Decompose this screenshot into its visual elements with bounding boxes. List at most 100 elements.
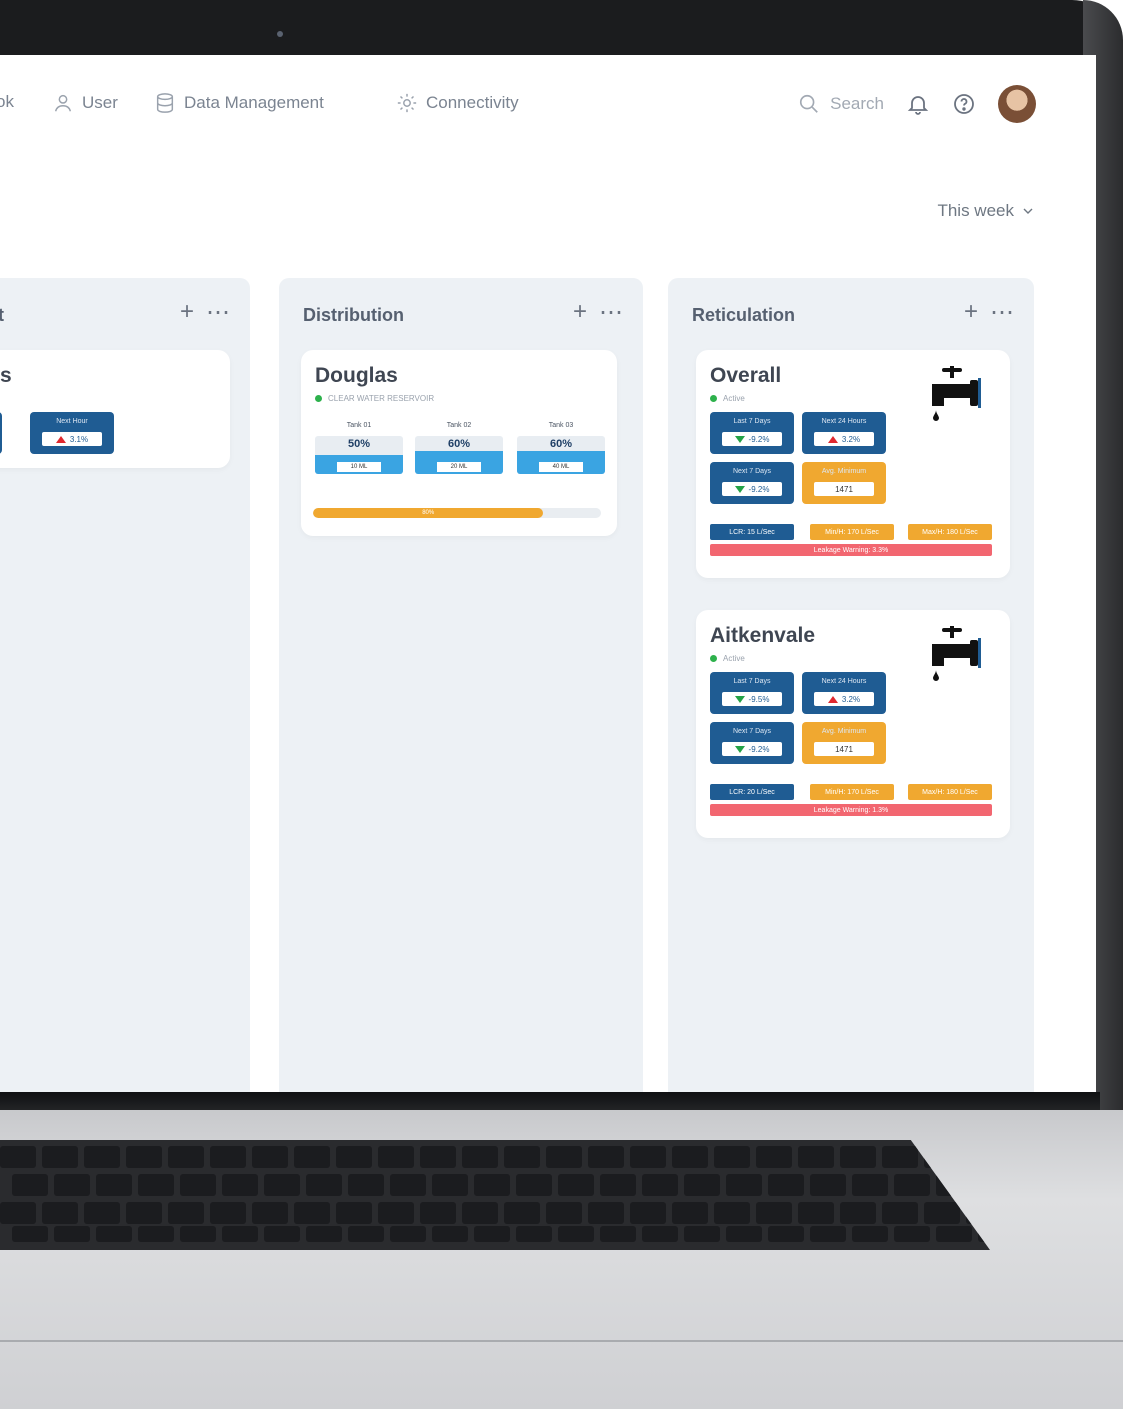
keyboard-key <box>54 1174 90 1196</box>
metric-pill: Max/H: 180 L/Sec <box>908 524 992 540</box>
keyboard-key <box>264 1226 300 1242</box>
column-title: Reticulation <box>692 305 796 325</box>
nav-item-label: Data Management <box>184 93 324 112</box>
more-icon[interactable]: ⋯ <box>990 298 1014 327</box>
kpi-label: Next 24 Hours <box>821 678 867 685</box>
trend-up-icon <box>827 695 838 703</box>
site-card-overall[interactable]: Overall Active Last 7 Days -9.2% Next 24… <box>696 350 1010 578</box>
keyboard-key <box>642 1226 678 1242</box>
kpi-label: Next 7 Days <box>732 468 772 475</box>
site-card-douglas[interactable]: Douglas CLEAR WATER RESERVOIR Tank 01 50… <box>301 350 617 536</box>
column-actions: + ⋯ <box>964 298 1014 327</box>
kpi-tile-last-7-days: Last 7 Days -9.5% <box>710 672 794 714</box>
metric-pill: LCR: 20 L/Sec <box>710 784 794 800</box>
tank-name: Tank 02 <box>446 422 472 429</box>
more-icon[interactable]: ⋯ <box>206 298 230 327</box>
nav-item-connectivity[interactable]: Connectivity <box>396 92 519 114</box>
site-card[interactable]: s Next Hour 3.1% <box>0 350 230 468</box>
keyboard-key <box>12 1226 48 1242</box>
kpi-value-text: 3.2% <box>841 694 861 704</box>
kpi-value: 3.1% <box>42 432 102 446</box>
nav-right-group: Search <box>798 85 1036 123</box>
add-icon[interactable]: + <box>573 298 587 327</box>
keyboard-key <box>936 1226 972 1242</box>
keyboard-key <box>42 1146 78 1168</box>
keyboard-key <box>546 1146 582 1168</box>
trend-down-icon <box>734 485 745 493</box>
keyboard-key <box>768 1174 804 1196</box>
avatar[interactable] <box>998 85 1036 123</box>
kpi-tile <box>0 412 2 454</box>
bell-icon[interactable] <box>906 92 930 116</box>
keyboard-key <box>684 1226 720 1242</box>
keyboard-key <box>810 1174 846 1196</box>
keyboard-key <box>798 1202 834 1224</box>
keyboard-key <box>474 1226 510 1242</box>
add-icon[interactable]: + <box>964 298 978 327</box>
keyboard-key <box>378 1146 414 1168</box>
keyboard-key <box>768 1226 804 1242</box>
keyboard-key <box>588 1146 624 1168</box>
kpi-tile-avg-minimum: Avg. Minimum 1471 <box>802 722 886 764</box>
search-placeholder: Search <box>830 94 884 113</box>
nav-item-data-management[interactable]: Data Management <box>154 92 324 114</box>
tank-volume: 20 ML <box>437 462 481 472</box>
nav-item-user[interactable]: User <box>52 92 118 114</box>
keyboard-key <box>600 1174 636 1196</box>
keyboard-key <box>294 1202 330 1224</box>
keyboard-key <box>12 1174 48 1196</box>
kpi-value-text: -9.2% <box>748 484 770 494</box>
column-title: Distribution <box>303 305 404 325</box>
keyboard-key <box>462 1146 498 1168</box>
kpi-label: Next 24 Hours <box>821 418 867 425</box>
site-card-aitkenvale[interactable]: Aitkenvale Active Last 7 Days -9.5% Next… <box>696 610 1010 838</box>
keyboard-key <box>630 1202 666 1224</box>
user-icon <box>54 94 72 112</box>
search-box[interactable]: Search <box>798 93 884 115</box>
keyboard-key <box>516 1226 552 1242</box>
column-actions: + ⋯ <box>180 298 230 327</box>
add-icon[interactable]: + <box>180 298 194 327</box>
date-range-select[interactable]: This week <box>937 201 1034 221</box>
keyboard-key <box>852 1174 888 1196</box>
keyboard-key <box>810 1226 846 1242</box>
keyboard-key <box>672 1202 708 1224</box>
kpi-value: 1471 <box>814 742 874 756</box>
keyboard-key <box>42 1202 78 1224</box>
keyboard-key <box>852 1226 888 1242</box>
kpi-label: Avg. Minimum <box>821 468 867 475</box>
keyboard-key <box>756 1202 792 1224</box>
trend-up-icon <box>827 435 838 443</box>
more-icon[interactable]: ⋯ <box>599 298 623 327</box>
nav-item-label: User <box>82 93 118 112</box>
tank-gauge: Tank 03 60% 40 ML <box>517 422 605 486</box>
keyboard-key <box>390 1226 426 1242</box>
keyboard-key <box>630 1146 666 1168</box>
keyboard-key <box>558 1174 594 1196</box>
keyboard-key <box>894 1174 930 1196</box>
date-range-label: This week <box>937 201 1014 220</box>
keyboard-key <box>420 1146 456 1168</box>
keyboard-key <box>294 1146 330 1168</box>
nav-item-book[interactable]: ok <box>0 92 14 112</box>
keyboard-key <box>168 1202 204 1224</box>
keyboard-key <box>222 1174 258 1196</box>
kpi-label: Avg. Minimum <box>821 728 867 735</box>
keyboard-key <box>726 1174 762 1196</box>
kpi-tile-next-7-days: Next 7 Days -9.2% <box>710 462 794 504</box>
keyboard-key <box>390 1174 426 1196</box>
status-text: Active <box>723 654 745 663</box>
column-actions: + ⋯ <box>573 298 623 327</box>
tank-volume: 40 ML <box>539 462 583 472</box>
status-indicator: CLEAR WATER RESERVOIR <box>315 394 434 403</box>
keyboard-key <box>504 1202 540 1224</box>
tank-name: Tank 01 <box>346 422 372 429</box>
kpi-value-text: 1471 <box>835 744 853 754</box>
help-icon[interactable] <box>952 92 976 116</box>
keyboard-key <box>0 1146 36 1168</box>
keyboard-key <box>210 1146 246 1168</box>
leakage-alert-bar: Leakage Warning: 3.3% <box>710 544 992 556</box>
kpi-tile: Next Hour 3.1% <box>30 412 114 454</box>
keyboard-key <box>840 1202 876 1224</box>
kpi-value: -9.5% <box>722 692 782 706</box>
